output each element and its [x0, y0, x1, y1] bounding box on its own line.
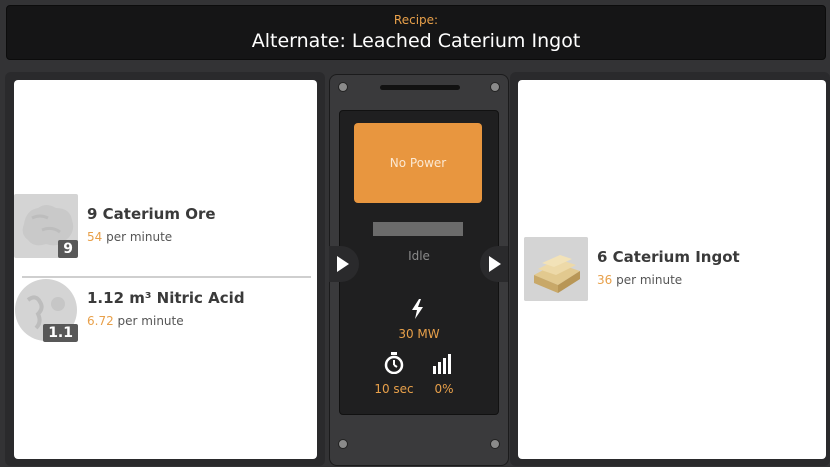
- machine-slot: [380, 85, 460, 90]
- stopwatch-icon: [384, 352, 404, 374]
- screw-icon: [490, 82, 500, 92]
- input-name: 1.12 m³ Nitric Acid: [87, 289, 245, 307]
- input-rate-value: 6.72: [87, 314, 114, 328]
- productivity-value: 0%: [434, 382, 454, 396]
- power-bolt-icon: [412, 299, 423, 319]
- play-arrow-icon: [337, 256, 349, 272]
- input-item-caterium-ore[interactable]: 9 9 Caterium Ore 54 per minute: [14, 194, 314, 260]
- caterium-ingot-icon: [524, 237, 588, 301]
- recipe-label: Recipe:: [393, 13, 439, 27]
- input-rate-value: 54: [87, 230, 103, 244]
- inputs-sheet: 9 9 Caterium Ore 54 per minute 1.1 1.12 …: [14, 80, 317, 459]
- power-button[interactable]: No Power: [354, 123, 482, 203]
- screw-icon: [490, 439, 500, 449]
- input-quantity-badge: 1.1: [43, 324, 78, 342]
- input-rate-unit: per minute: [106, 230, 173, 244]
- nitric-acid-icon: 1.1: [14, 278, 78, 342]
- output-flow-arrow: [480, 246, 508, 282]
- screw-icon: [338, 82, 348, 92]
- output-rate-value: 36: [597, 273, 613, 287]
- outputs-panel: 6 Caterium Ingot 36 per minute: [510, 72, 830, 466]
- machine-screen: No Power Idle 30 MW 10 sec 0%: [339, 110, 499, 415]
- output-item-caterium-ingot[interactable]: 6 Caterium Ingot 36 per minute: [524, 237, 824, 303]
- input-quantity-badge: 9: [58, 240, 78, 258]
- output-rate: 36 per minute: [597, 273, 682, 287]
- productivity-icon: [433, 354, 451, 374]
- outputs-sheet: 6 Caterium Ingot 36 per minute: [518, 80, 826, 459]
- progress-bar: [373, 222, 463, 236]
- output-name: 6 Caterium Ingot: [597, 248, 740, 266]
- input-rate: 6.72 per minute: [87, 314, 184, 328]
- recipe-header: Recipe: Alternate: Leached Caterium Ingo…: [6, 5, 826, 60]
- input-rate-unit: per minute: [117, 314, 184, 328]
- input-item-nitric-acid[interactable]: 1.1 1.12 m³ Nitric Acid 6.72 per minute: [14, 278, 314, 344]
- machine-status: Idle: [408, 249, 430, 263]
- power-consumption: 30 MW: [398, 327, 440, 341]
- recipe-title: Alternate: Leached Caterium Ingot: [251, 30, 581, 52]
- play-arrow-icon: [489, 256, 501, 272]
- input-rate: 54 per minute: [87, 230, 172, 244]
- input-name: 9 Caterium Ore: [87, 205, 216, 223]
- caterium-ore-icon: 9: [14, 194, 78, 258]
- input-flow-arrow: [329, 246, 359, 282]
- output-rate-unit: per minute: [616, 273, 683, 287]
- inputs-panel: 9 9 Caterium Ore 54 per minute 1.1 1.12 …: [5, 72, 325, 466]
- screw-icon: [338, 439, 348, 449]
